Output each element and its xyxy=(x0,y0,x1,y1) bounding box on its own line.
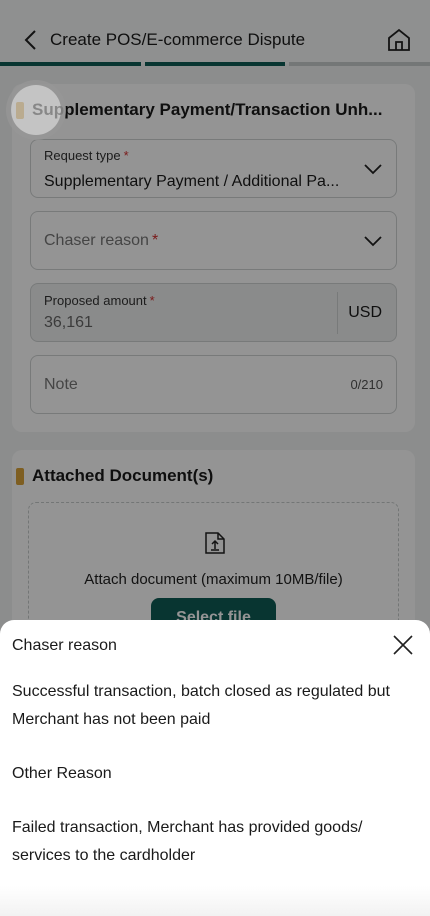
touch-indicator xyxy=(6,80,66,140)
reason-option-merchant-not-paid[interactable]: Successful transaction, batch closed as … xyxy=(12,678,412,734)
reason-option-failed-transaction[interactable]: Failed transaction, Merchant has provide… xyxy=(12,814,412,870)
sheet-bottom-fade xyxy=(0,886,430,916)
reason-option-other[interactable]: Other Reason xyxy=(12,760,412,788)
sheet-title: Chaser reason xyxy=(12,637,117,654)
chaser-reason-sheet: Chaser reason Successful transaction, ba… xyxy=(0,620,430,916)
close-button[interactable] xyxy=(392,634,414,656)
close-icon xyxy=(393,635,413,655)
